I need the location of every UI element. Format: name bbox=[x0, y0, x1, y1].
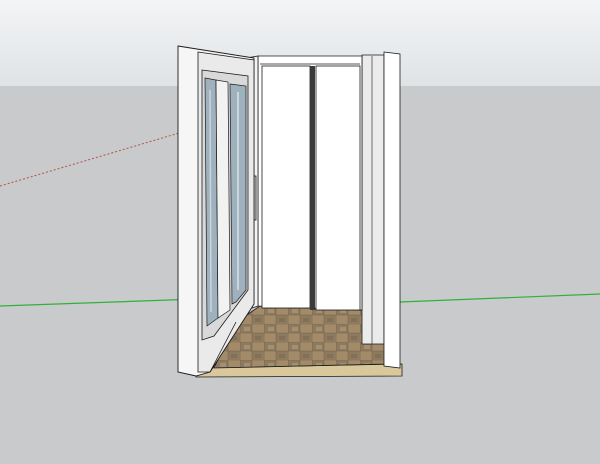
3d-modeling-viewport[interactable] bbox=[0, 0, 600, 464]
right-wall-front bbox=[383, 51, 401, 369]
scene-canvas[interactable] bbox=[0, 0, 600, 464]
sliding-door-left-panel[interactable] bbox=[261, 65, 311, 309]
sliding-door-right-panel[interactable] bbox=[315, 65, 361, 311]
sliding-door-gap bbox=[310, 66, 315, 310]
elevator-cabin-model[interactable] bbox=[177, 45, 403, 378]
right-wall-side bbox=[361, 54, 385, 345]
door-glass-highlight-2 bbox=[209, 89, 212, 313]
door-mullion bbox=[215, 79, 231, 319]
